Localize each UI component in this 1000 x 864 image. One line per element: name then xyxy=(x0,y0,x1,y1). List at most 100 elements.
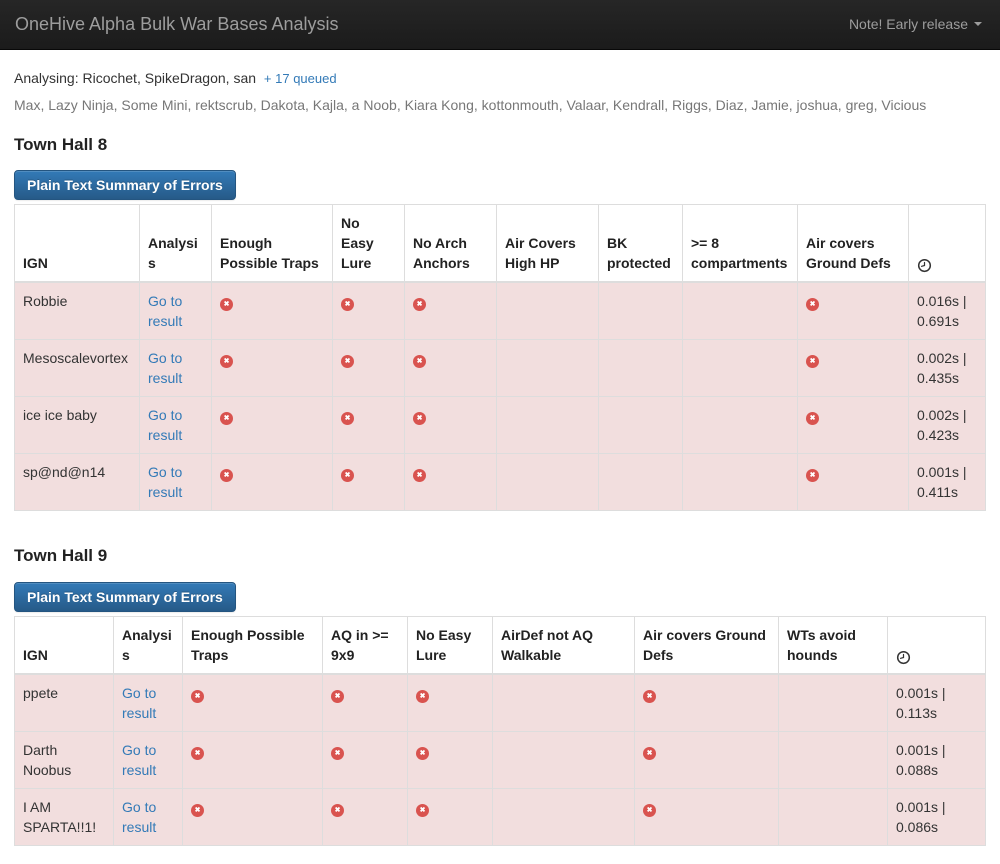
error-cell: ✖ xyxy=(333,454,405,511)
error-cell xyxy=(497,282,599,340)
error-cell: ✖ xyxy=(323,674,408,732)
analysing-status: Analysing: Ricochet, SpikeDragon, san + … xyxy=(14,69,986,89)
analysis-table: IGNAnalysisEnough Possible TrapsAQ in >=… xyxy=(14,616,986,846)
go-to-result-link[interactable]: Go to result xyxy=(122,742,156,778)
error-icon: ✖ xyxy=(191,747,204,760)
error-icon: ✖ xyxy=(413,298,426,311)
error-cell: ✖ xyxy=(798,454,909,511)
plain-text-summary-button[interactable]: Plain Text Summary of Errors xyxy=(14,170,236,200)
main-content: Analysing: Ricochet, SpikeDragon, san + … xyxy=(0,69,1000,864)
table-row: I AM SPARTA!!1!Go to result✖✖✖✖0.001s | … xyxy=(15,788,986,845)
error-icon: ✖ xyxy=(191,690,204,703)
time-cell: 0.001s | 0.088s xyxy=(888,731,986,788)
error-icon: ✖ xyxy=(341,355,354,368)
sections-container: Town Hall 8 Plain Text Summary of Errors I… xyxy=(14,133,986,846)
analysis-cell: Go to result xyxy=(114,731,183,788)
error-icon: ✖ xyxy=(806,469,819,482)
section-title: Town Hall 8 xyxy=(14,133,986,157)
error-cell xyxy=(599,282,683,340)
error-icon: ✖ xyxy=(413,355,426,368)
error-icon: ✖ xyxy=(341,298,354,311)
time-cell: 0.002s | 0.435s xyxy=(909,340,986,397)
column-header: Analysis xyxy=(114,616,183,674)
time-cell: 0.002s | 0.423s xyxy=(909,397,986,454)
error-icon: ✖ xyxy=(220,355,233,368)
error-cell: ✖ xyxy=(212,454,333,511)
error-icon: ✖ xyxy=(331,690,344,703)
ign-cell: Darth Noobus xyxy=(15,731,114,788)
analysis-cell: Go to result xyxy=(140,340,212,397)
error-icon: ✖ xyxy=(341,469,354,482)
error-cell: ✖ xyxy=(323,788,408,845)
error-icon: ✖ xyxy=(643,804,656,817)
section-title: Town Hall 9 xyxy=(14,544,986,568)
error-cell xyxy=(779,674,888,732)
column-header: No Easy Lure xyxy=(333,205,405,283)
error-icon: ✖ xyxy=(416,747,429,760)
ign-cell: Mesoscalevortex xyxy=(15,340,140,397)
error-icon: ✖ xyxy=(331,747,344,760)
column-header: AQ in >= 9x9 xyxy=(323,616,408,674)
error-cell xyxy=(779,731,888,788)
go-to-result-link[interactable]: Go to result xyxy=(122,799,156,835)
chevron-down-icon xyxy=(974,22,982,26)
error-cell xyxy=(599,397,683,454)
plain-text-summary-button[interactable]: Plain Text Summary of Errors xyxy=(14,582,236,612)
error-cell xyxy=(683,282,798,340)
error-icon: ✖ xyxy=(413,469,426,482)
column-header: >= 8 compartments xyxy=(683,205,798,283)
error-icon: ✖ xyxy=(220,298,233,311)
error-icon: ✖ xyxy=(643,747,656,760)
error-cell: ✖ xyxy=(183,731,323,788)
ign-cell: ice ice baby xyxy=(15,397,140,454)
error-cell: ✖ xyxy=(405,397,497,454)
column-header: No Easy Lure xyxy=(408,616,493,674)
analysis-cell: Go to result xyxy=(140,282,212,340)
go-to-result-link[interactable]: Go to result xyxy=(148,293,182,329)
error-icon: ✖ xyxy=(806,355,819,368)
error-cell xyxy=(497,454,599,511)
column-header: Analysis xyxy=(140,205,212,283)
table-row: Darth NoobusGo to result ✖ ✖ ✖ ✖ 0.001s | 0.0… xyxy=(15,731,986,788)
column-header: WTs avoid hounds xyxy=(779,616,888,674)
analysis-cell: Go to result xyxy=(114,788,183,845)
navbar: OneHive Alpha Bulk War Bases Analysis No… xyxy=(0,0,1000,50)
time-cell: 0.016s | 0.691s xyxy=(909,282,986,340)
table-row: RobbieGo to result✖✖✖✖0.016s | 0.691s xyxy=(15,282,986,340)
go-to-result-link[interactable]: Go to result xyxy=(148,350,182,386)
error-cell xyxy=(599,454,683,511)
column-header: IGN xyxy=(15,616,114,674)
analysis-table: IGNAnalysisEnough Possible TrapsNo Easy … xyxy=(14,204,986,511)
error-cell: ✖ xyxy=(405,340,497,397)
go-to-result-link[interactable]: Go to result xyxy=(148,407,182,443)
go-to-result-link[interactable]: Go to result xyxy=(122,685,156,721)
go-to-result-link[interactable]: Go to result xyxy=(148,464,182,500)
error-icon: ✖ xyxy=(413,412,426,425)
error-cell xyxy=(493,674,635,732)
error-cell xyxy=(493,731,635,788)
clock-icon xyxy=(917,258,977,273)
column-header: IGN xyxy=(15,205,140,283)
queued-count-link[interactable]: + 17 queued xyxy=(264,71,337,86)
queued-names-list: Max, Lazy Ninja, Some Mini, rektscrub, D… xyxy=(14,96,986,116)
error-cell: ✖ xyxy=(333,340,405,397)
error-icon: ✖ xyxy=(341,412,354,425)
column-header: Air covers Ground Defs xyxy=(635,616,779,674)
error-cell xyxy=(683,454,798,511)
navbar-menu-early-release[interactable]: Note! Early release xyxy=(831,15,1000,35)
error-cell: ✖ xyxy=(333,282,405,340)
navbar-brand[interactable]: OneHive Alpha Bulk War Bases Analysis xyxy=(0,12,353,38)
error-cell xyxy=(683,397,798,454)
error-icon: ✖ xyxy=(806,298,819,311)
error-cell: ✖ xyxy=(635,731,779,788)
error-cell xyxy=(497,340,599,397)
column-header: No Arch Anchors xyxy=(405,205,497,283)
error-icon: ✖ xyxy=(416,690,429,703)
error-cell: ✖ xyxy=(212,282,333,340)
error-icon: ✖ xyxy=(191,804,204,817)
error-icon: ✖ xyxy=(806,412,819,425)
error-cell: ✖ xyxy=(635,674,779,732)
error-cell xyxy=(683,340,798,397)
table-row: sp@nd@n14Go to result✖✖✖✖0.001s | 0.411s xyxy=(15,454,986,511)
error-cell: ✖ xyxy=(635,788,779,845)
